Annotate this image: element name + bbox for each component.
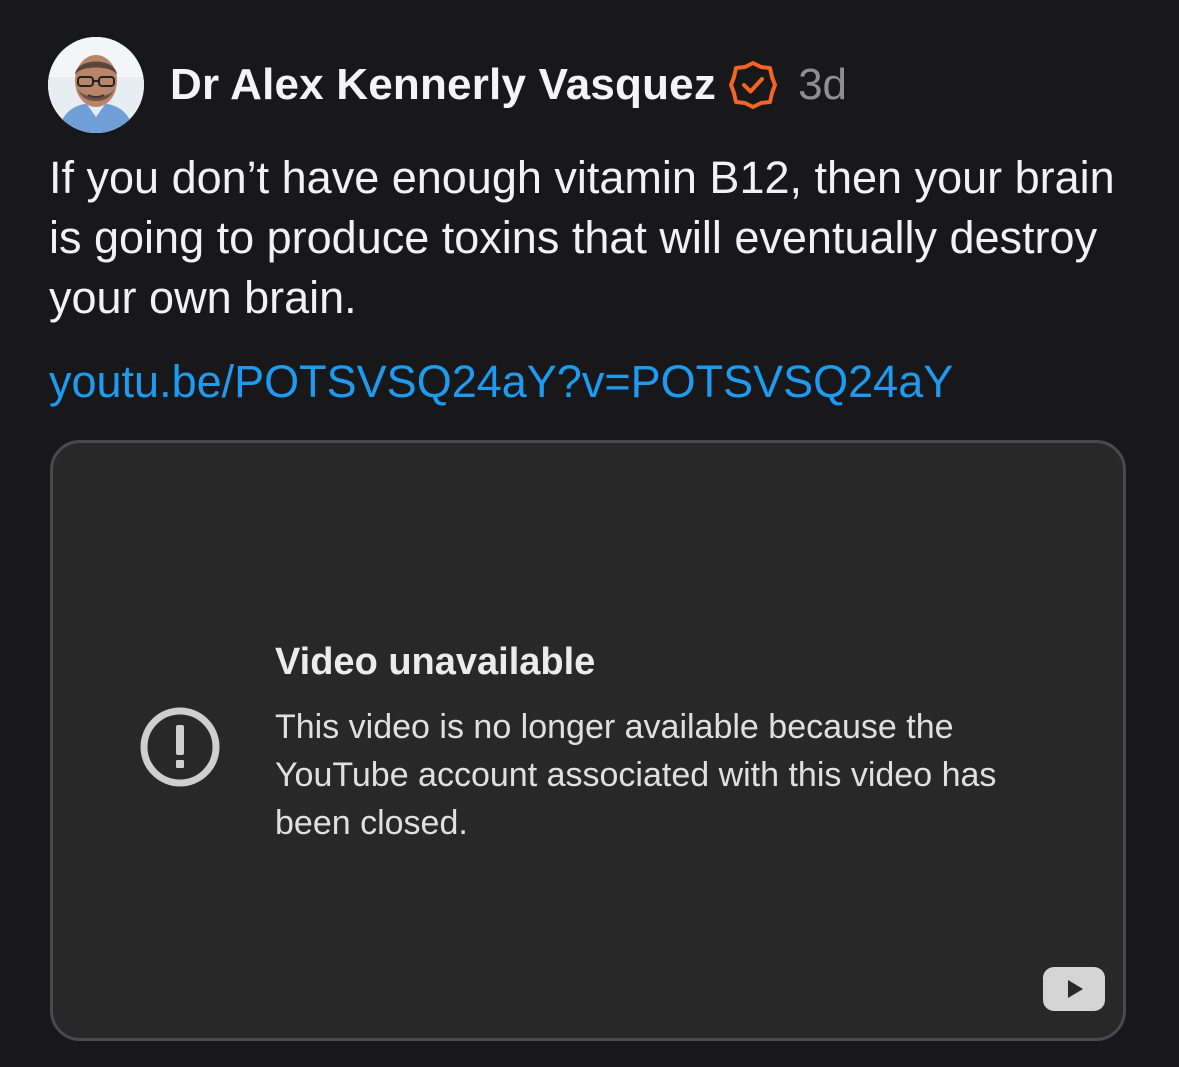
author-name[interactable]: Dr Alex Kennerly Vasquez xyxy=(170,60,716,110)
video-link[interactable]: youtu.be/POTSVSQ24aY?v=POTSVSQ24aY xyxy=(49,352,953,412)
post-body: If you don’t have enough vitamin B12, th… xyxy=(49,152,1115,323)
exclamation-circle-icon xyxy=(140,707,220,787)
post-timestamp[interactable]: 3d xyxy=(798,60,847,110)
author-avatar[interactable] xyxy=(48,37,144,133)
embed-message: This video is no longer available becaus… xyxy=(275,708,997,842)
video-embed[interactable]: Video unavailable This video is no longe… xyxy=(50,440,1126,1041)
embed-title: Video unavailable xyxy=(275,641,596,683)
post-header: Dr Alex Kennerly Vasquez 3d xyxy=(48,37,847,133)
post-card: Dr Alex Kennerly Vasquez 3d If you don’t… xyxy=(0,0,1179,1067)
youtube-logo-icon[interactable] xyxy=(1043,967,1105,1011)
verified-badge-icon xyxy=(728,60,778,110)
